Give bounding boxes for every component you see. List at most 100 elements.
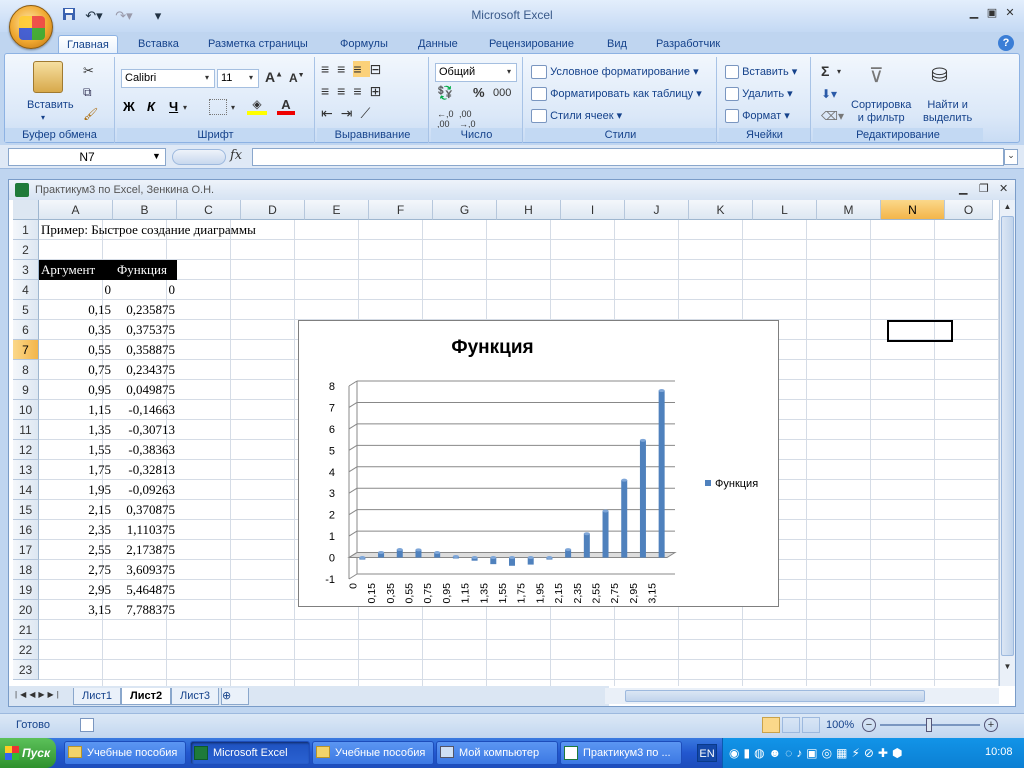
- cell-styles-button[interactable]: Стили ячеек ▾: [531, 109, 622, 124]
- currency-icon[interactable]: 💱: [437, 85, 453, 101]
- row-header-1[interactable]: 1: [13, 220, 39, 240]
- grow-font-icon[interactable]: A▲: [265, 69, 283, 85]
- row-header-7[interactable]: 7: [13, 340, 39, 360]
- row-header-4[interactable]: 4: [13, 280, 39, 300]
- row-header-2[interactable]: 2: [13, 240, 39, 260]
- tab-insert[interactable]: Вставка: [130, 35, 187, 54]
- italic-button[interactable]: К: [147, 99, 155, 114]
- cell-b16[interactable]: 1,110375: [113, 520, 177, 540]
- office-button[interactable]: [9, 5, 53, 49]
- scroll-up-icon[interactable]: ▲: [1001, 202, 1014, 214]
- cell-a19[interactable]: 2,95: [39, 580, 113, 600]
- autosum-button[interactable]: Σ: [821, 63, 829, 79]
- cell-b19[interactable]: 5,464875: [113, 580, 177, 600]
- format-as-table-button[interactable]: Форматировать как таблицу ▾: [531, 87, 702, 102]
- font-color-icon[interactable]: A: [277, 97, 295, 115]
- paste-icon[interactable]: [33, 61, 63, 93]
- column-header-i[interactable]: I: [561, 200, 625, 220]
- format-cells-button[interactable]: Формат ▾: [725, 109, 790, 124]
- tab-developer[interactable]: Разработчик: [648, 35, 728, 54]
- column-header-k[interactable]: K: [689, 200, 753, 220]
- language-indicator[interactable]: EN: [697, 744, 717, 762]
- cut-icon[interactable]: ✂: [83, 63, 94, 79]
- row-header-21[interactable]: 21: [13, 620, 39, 640]
- cell-a11[interactable]: 1,35: [39, 420, 113, 440]
- hscroll-thumb[interactable]: [625, 690, 925, 702]
- conditional-format-button[interactable]: Условное форматирование ▾: [531, 65, 699, 80]
- row-header-10[interactable]: 10: [13, 400, 39, 420]
- tab-data[interactable]: Данные: [410, 35, 466, 54]
- horizontal-scrollbar[interactable]: [605, 688, 999, 704]
- cell-a7[interactable]: 0,55: [39, 340, 113, 360]
- save-icon[interactable]: [60, 7, 78, 25]
- decrease-decimal-icon[interactable]: ,00 →,0: [459, 109, 476, 129]
- column-header-n[interactable]: N: [881, 200, 945, 220]
- cell-a17[interactable]: 2,55: [39, 540, 113, 560]
- row-header-8[interactable]: 8: [13, 360, 39, 380]
- cell-a4[interactable]: 0: [39, 280, 113, 300]
- sheet-tab-2[interactable]: Лист2: [121, 688, 172, 705]
- borders-dropdown-icon[interactable]: ▾: [231, 103, 235, 112]
- row-header-20[interactable]: 20: [13, 600, 39, 620]
- cell-a3[interactable]: Аргумент: [39, 260, 113, 280]
- tab-view[interactable]: Вид: [599, 35, 635, 54]
- row-header-22[interactable]: 22: [13, 640, 39, 660]
- column-header-g[interactable]: G: [433, 200, 497, 220]
- task-practicum[interactable]: Практикум3 по ...: [560, 741, 682, 765]
- horizontal-align-icons[interactable]: ≡≡≡⊞: [321, 83, 389, 100]
- cell-b10[interactable]: -0,14663: [113, 400, 177, 420]
- shrink-font-icon[interactable]: A▼: [289, 71, 305, 85]
- name-box-dropdown-icon[interactable]: ▼: [152, 151, 161, 161]
- cell-b18[interactable]: 3,609375: [113, 560, 177, 580]
- tab-review[interactable]: Рецензирование: [481, 35, 582, 54]
- row-header-13[interactable]: 13: [13, 460, 39, 480]
- sort-filter-icon[interactable]: ⊽: [869, 63, 884, 88]
- cell-b14[interactable]: -0,09263: [113, 480, 177, 500]
- cell-b13[interactable]: -0,32813: [113, 460, 177, 480]
- autosum-dropdown-icon[interactable]: ▾: [837, 67, 841, 76]
- insert-function-button[interactable]: fx: [230, 148, 242, 163]
- undo-icon[interactable]: ↶▾: [82, 7, 106, 25]
- embedded-chart[interactable]: Функция -1 0 1 2 3 4 5 6 7 8 0 0,15 0,35 0,55 0,75 0,95 1…: [298, 320, 779, 607]
- cell-b11[interactable]: -0,30713: [113, 420, 177, 440]
- macro-record-icon[interactable]: [80, 718, 94, 732]
- bold-button[interactable]: Ж: [123, 99, 135, 114]
- fill-color-icon[interactable]: ◈: [247, 97, 267, 115]
- column-header-h[interactable]: H: [497, 200, 561, 220]
- find-select-button[interactable]: Найти и выделить: [923, 99, 972, 125]
- scroll-thumb[interactable]: [1001, 216, 1014, 656]
- row-header-16[interactable]: 16: [13, 520, 39, 540]
- thousands-button[interactable]: 000: [493, 87, 511, 99]
- cell-a6[interactable]: 0,35: [39, 320, 113, 340]
- column-header-m[interactable]: M: [817, 200, 881, 220]
- number-format-select[interactable]: Общий: [435, 63, 517, 82]
- underline-button[interactable]: Ч: [169, 99, 178, 114]
- underline-dropdown-icon[interactable]: ▾: [183, 103, 187, 112]
- cell-b9[interactable]: 0,049875: [113, 380, 177, 400]
- cell-a13[interactable]: 1,75: [39, 460, 113, 480]
- tab-home[interactable]: Главная: [58, 35, 118, 54]
- clear-icon[interactable]: ⌫▾: [821, 109, 844, 123]
- row-header-19[interactable]: 19: [13, 580, 39, 600]
- row-header-5[interactable]: 5: [13, 300, 39, 320]
- percent-button[interactable]: %: [473, 85, 485, 100]
- column-header-o[interactable]: O: [945, 200, 993, 220]
- cell-a16[interactable]: 2,35: [39, 520, 113, 540]
- cell-a1[interactable]: Пример: Быстрое создание диаграммы: [39, 220, 256, 240]
- column-header-j[interactable]: J: [625, 200, 689, 220]
- row-header-11[interactable]: 11: [13, 420, 39, 440]
- redo-icon[interactable]: ↷▾: [112, 7, 136, 25]
- cell-b4[interactable]: 0: [113, 280, 177, 300]
- cell-b12[interactable]: -0,38363: [113, 440, 177, 460]
- zoom-out-icon[interactable]: −: [862, 718, 876, 732]
- vertical-align-icons[interactable]: ≡≡≡⊟: [321, 61, 389, 78]
- binoculars-icon[interactable]: ⛁: [931, 63, 948, 88]
- customize-qat-icon[interactable]: ▾: [152, 7, 164, 25]
- cell-b20[interactable]: 7,788375: [113, 600, 177, 620]
- cell-a18[interactable]: 2,75: [39, 560, 113, 580]
- maximize-icon[interactable]: ▣: [984, 6, 1000, 20]
- row-header-14[interactable]: 14: [13, 480, 39, 500]
- cell-grid[interactable]: Пример: Быстрое создание диаграммы Аргум…: [39, 220, 999, 686]
- sheet-tab-3[interactable]: Лист3: [171, 688, 220, 705]
- format-painter-icon[interactable]: 🖌: [83, 107, 98, 121]
